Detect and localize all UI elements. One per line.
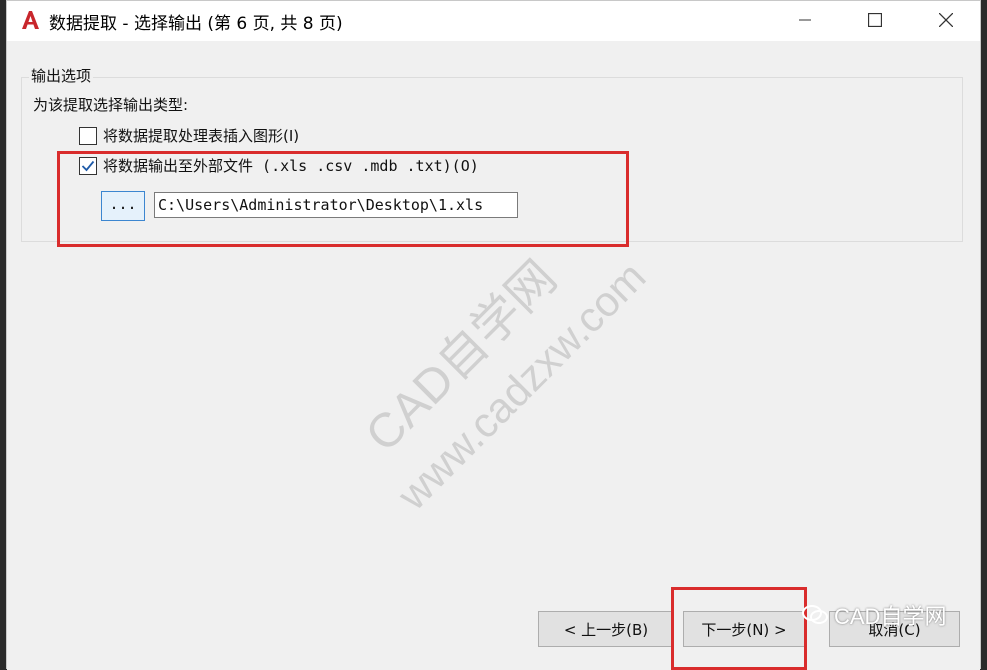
highlight-box-next [671,587,807,670]
maximize-button[interactable] [852,1,898,39]
close-icon [939,13,953,27]
wechat-icon [802,605,828,624]
group-title: 输出选项 [29,65,94,86]
autocad-icon [19,9,41,31]
insert-table-checkbox[interactable] [79,126,97,145]
dialog-window: 数据提取 - 选择输出 (第 6 页, 共 8 页) 输出选项 为该提取选择输出… [6,0,981,670]
group-description: 为该提取选择输出类型: [33,96,189,114]
window-title: 数据提取 - 选择输出 (第 6 页, 共 8 页) [49,14,343,34]
previous-button[interactable]: < 上一步(B) [538,611,674,647]
close-button[interactable] [923,1,969,39]
highlight-box-output-option [57,151,629,247]
minimize-icon [799,19,811,21]
maximize-icon [868,13,882,27]
dialog-content: 输出选项 为该提取选择输出类型: 将数据提取处理表插入图形(I) 将数据输出至外… [7,41,980,670]
minimize-button[interactable] [782,1,828,39]
wechat-badge-text: CAD自学网 [834,604,947,629]
insert-table-option[interactable]: 将数据提取处理表插入图形(I) [79,125,299,146]
insert-table-label: 将数据提取处理表插入图形(I) [103,127,300,145]
wechat-badge: CAD自学网 [802,599,946,631]
title-bar: 数据提取 - 选择输出 (第 6 页, 共 8 页) [7,1,980,41]
